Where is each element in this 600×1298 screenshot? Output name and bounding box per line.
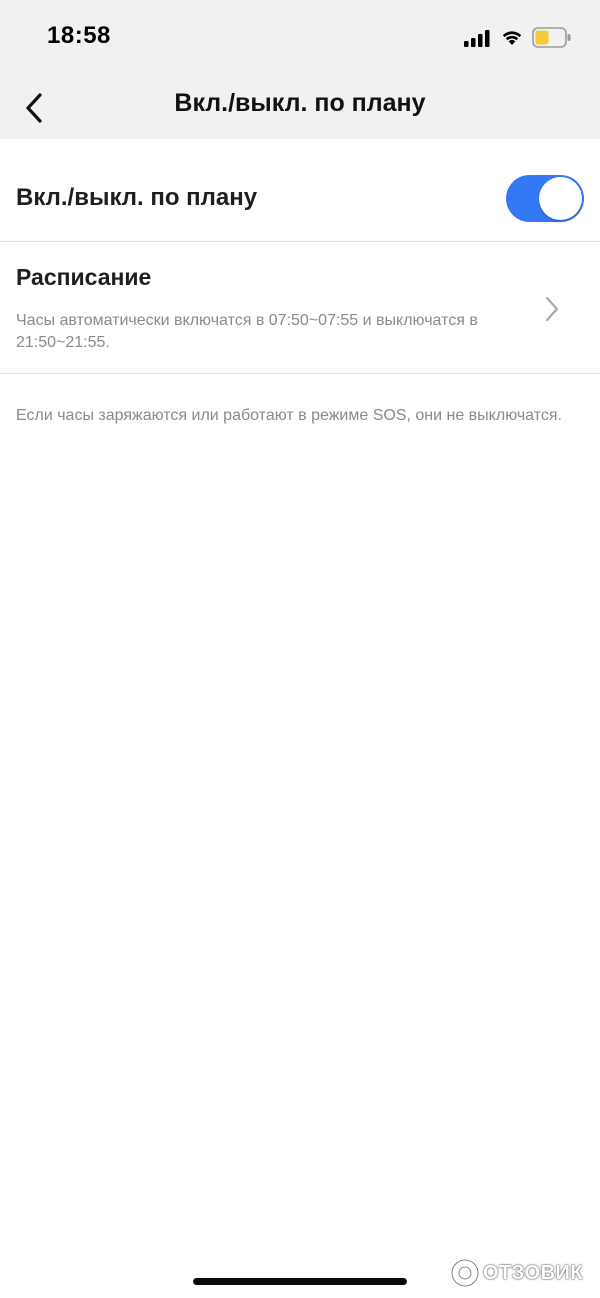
info-note: Если часы заряжаются или работают в режи… bbox=[16, 407, 562, 424]
toggle-knob bbox=[539, 177, 582, 220]
schedule-toggle-row: Вкл./выкл. по плану bbox=[0, 139, 600, 242]
wifi-icon bbox=[502, 31, 522, 45]
schedule-description: Часы автоматически включатся в 07:50~07:… bbox=[16, 312, 478, 351]
status-time: 18:58 bbox=[47, 22, 111, 49]
screen: 18:58 Вкл./выкл. по плану Вкл./выкл. по … bbox=[0, 0, 600, 1298]
watermark-text: ОТЗОВИК bbox=[483, 1261, 584, 1284]
toggle-label: Вкл./выкл. по плану bbox=[16, 184, 258, 211]
home-indicator bbox=[193, 1278, 407, 1285]
watermark: ОТЗОВИК bbox=[450, 1258, 583, 1288]
schedule-toggle-switch[interactable] bbox=[506, 175, 584, 222]
battery-low-icon bbox=[532, 27, 571, 48]
watermark-logo-icon bbox=[450, 1258, 480, 1288]
page-title: Вкл./выкл. по плану bbox=[174, 89, 426, 117]
cellular-signal-icon bbox=[464, 30, 490, 47]
header-bar: 18:58 Вкл./выкл. по плану bbox=[0, 0, 600, 139]
schedule-row[interactable]: Расписание Часы автоматически включатся … bbox=[0, 242, 600, 374]
schedule-title: Расписание bbox=[16, 264, 152, 290]
chevron-right-icon bbox=[545, 296, 559, 322]
